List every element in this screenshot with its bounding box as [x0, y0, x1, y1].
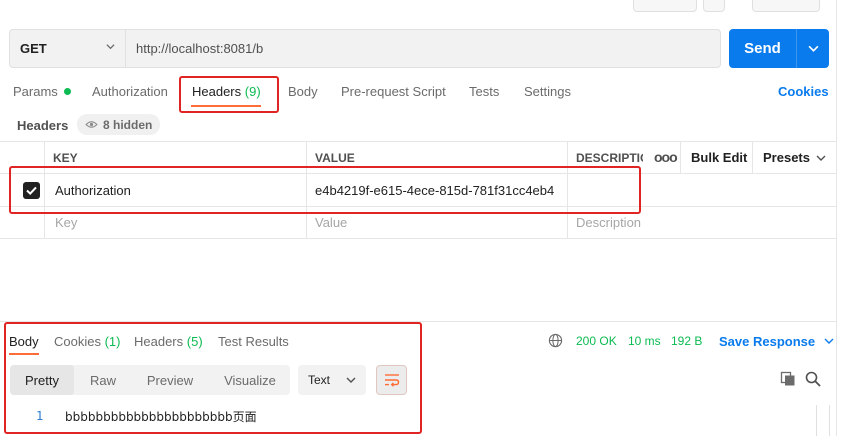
format-select[interactable]: Text — [298, 365, 366, 395]
header-key-field[interactable]: Authorization — [46, 174, 306, 206]
chevron-down-icon — [816, 155, 826, 161]
line-number: 1 — [36, 409, 44, 423]
column-description: DESCRIPTIO — [576, 150, 643, 165]
response-body-content[interactable]: bbbbbbbbbbbbbbbbbbbbbb页面 — [65, 408, 257, 425]
bulk-edit-button[interactable]: Bulk Edit — [691, 150, 747, 165]
chevron-down-icon — [808, 45, 818, 52]
panel-divider — [836, 0, 837, 436]
scrollbar[interactable] — [816, 405, 830, 436]
cookies-link[interactable]: Cookies — [778, 84, 829, 99]
copy-icon[interactable] — [780, 371, 796, 387]
top-toolbar-toggle[interactable] — [752, 0, 820, 12]
header-value-field[interactable]: e4b4219f-e615-4ece-815d-781f31cc4eb4 — [306, 174, 567, 206]
wrap-lines-icon — [384, 374, 399, 387]
url-bar: GET http://localhost:8081/b — [9, 29, 721, 68]
view-visualize[interactable]: Visualize — [210, 365, 290, 395]
column-key: KEY — [53, 150, 78, 165]
response-tab-body[interactable]: Body — [9, 334, 39, 349]
table-header-row: KEY VALUE DESCRIPTIO ooo Bulk Edit Prese… — [0, 141, 836, 173]
headers-label: Headers — [17, 118, 69, 133]
new-key-field[interactable]: Key — [46, 207, 306, 238]
view-pretty[interactable]: Pretty — [10, 365, 74, 395]
active-tab-underline — [9, 353, 39, 355]
response-tab-cookies[interactable]: Cookies (1) — [54, 334, 120, 349]
divider — [752, 142, 753, 173]
tab-count: (5) — [186, 334, 203, 349]
tab-label: Params — [13, 84, 58, 99]
chevron-down-icon — [824, 338, 834, 344]
presets-label: Presets — [763, 150, 810, 165]
request-tabs: Params Authorization Headers (9) Body Pr… — [0, 78, 836, 106]
tab-tests[interactable]: Tests — [469, 84, 499, 99]
globe-icon[interactable] — [548, 333, 563, 348]
status-code[interactable]: 200 OK — [576, 334, 617, 348]
eye-icon — [85, 121, 98, 128]
response-tab-headers[interactable]: Headers (5) — [134, 334, 203, 349]
more-options-icon[interactable]: ooo — [654, 149, 678, 165]
presets-dropdown[interactable]: Presets — [763, 150, 826, 165]
save-response-label: Save Response — [719, 334, 816, 349]
tab-label: Headers — [192, 84, 242, 99]
table-row-new: Key Value Description — [0, 206, 836, 239]
check-icon — [26, 186, 37, 196]
column-value: VALUE — [315, 150, 355, 165]
response-tab-test-results[interactable]: Test Results — [218, 334, 289, 349]
format-label: Text — [308, 373, 331, 387]
tab-params[interactable]: Params — [13, 84, 71, 99]
method-label: GET — [20, 41, 47, 56]
divider — [44, 174, 45, 206]
hidden-headers-toggle[interactable]: 8 hidden — [77, 114, 161, 135]
header-description-field[interactable] — [567, 174, 836, 206]
divider — [680, 142, 681, 173]
tab-label: Headers — [134, 334, 184, 349]
active-indicator-dot — [63, 88, 71, 95]
top-toolbar-button[interactable] — [703, 0, 725, 12]
row-enabled-checkbox[interactable] — [23, 182, 40, 199]
tab-headers[interactable]: Headers (9) — [192, 84, 261, 99]
tab-pre-request-script[interactable]: Pre-request Script — [341, 84, 446, 99]
chevron-down-icon — [346, 377, 356, 383]
top-toolbar-button[interactable] — [633, 0, 697, 12]
send-label: Send — [744, 40, 781, 57]
table-row: Authorization e4b4219f-e615-4ece-815d-78… — [0, 173, 836, 206]
search-icon[interactable] — [805, 371, 821, 387]
chevron-down-icon — [106, 44, 115, 50]
tab-label: Cookies — [54, 334, 101, 349]
response-size[interactable]: 192 B — [671, 334, 702, 348]
tab-count: (9) — [244, 84, 261, 99]
top-strip — [0, 0, 836, 20]
new-value-field[interactable]: Value — [306, 207, 567, 238]
method-select[interactable]: GET — [10, 30, 125, 67]
tab-authorization[interactable]: Authorization — [92, 84, 168, 99]
url-input[interactable]: http://localhost:8081/b — [126, 30, 720, 67]
tab-count: (1) — [104, 334, 121, 349]
view-mode-tabs: Pretty Raw Preview Visualize — [10, 365, 290, 395]
tab-settings[interactable]: Settings — [524, 84, 571, 99]
wrap-lines-button[interactable] — [376, 365, 407, 395]
divider — [0, 321, 836, 322]
hidden-count: 8 hidden — [103, 117, 153, 132]
new-description-field[interactable]: Description — [567, 207, 836, 238]
save-response-button[interactable]: Save Response — [719, 334, 834, 349]
tab-body[interactable]: Body — [288, 84, 318, 99]
send-options-button[interactable] — [797, 29, 829, 68]
send-button[interactable]: Send — [729, 29, 829, 68]
view-preview[interactable]: Preview — [134, 365, 206, 395]
active-tab-underline — [191, 105, 261, 107]
view-raw[interactable]: Raw — [78, 365, 128, 395]
divider — [44, 207, 45, 238]
response-time[interactable]: 10 ms — [628, 334, 661, 348]
